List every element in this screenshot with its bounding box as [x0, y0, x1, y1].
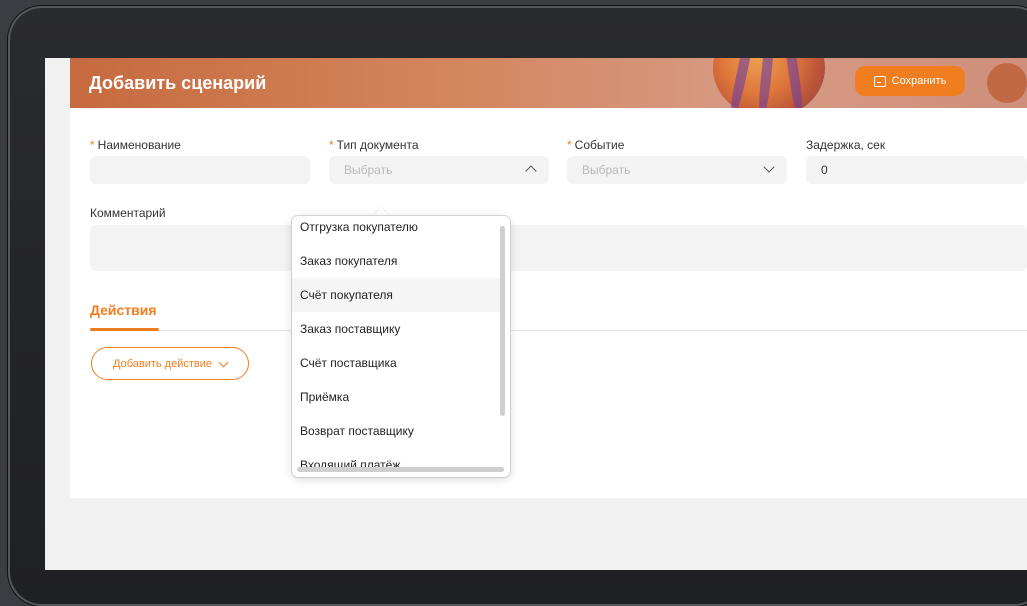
tabs-divider: [90, 330, 1027, 331]
event-placeholder: Выбрать: [582, 163, 631, 177]
delay-label: Задержка, сек: [806, 138, 886, 152]
app-screen: Добавить сценарий Сохранить * Наименовани…: [45, 58, 1027, 570]
save-button-label: Сохранить: [891, 75, 947, 87]
comment-textarea[interactable]: [90, 225, 1027, 271]
event-select[interactable]: Выбрать: [567, 156, 787, 184]
form-card: [70, 58, 1027, 498]
comment-label: Комментарий: [90, 206, 166, 220]
name-input[interactable]: [90, 156, 310, 184]
chevron-up-icon: [525, 165, 537, 177]
save-button[interactable]: Сохранить: [855, 66, 965, 96]
delay-value: 0: [821, 163, 828, 177]
dropdown-list: Отгрузка покупателю Заказ покупателя Счёт …: [292, 216, 500, 477]
dropdown-option[interactable]: Заказ покупателя: [292, 244, 500, 278]
dropdown-option[interactable]: Счёт покупателя: [292, 278, 500, 312]
event-label: * Событие: [567, 138, 625, 152]
doc-type-label: * Тип документа: [329, 138, 419, 152]
name-label: * Наименование: [90, 138, 181, 152]
save-icon: [873, 75, 886, 87]
tab-active-indicator: [90, 328, 159, 331]
dropdown-option[interactable]: Отгрузка покупателю: [292, 216, 500, 244]
dropdown-option[interactable]: Счёт поставщика: [292, 346, 500, 380]
doc-type-dropdown: Отгрузка покупателю Заказ покупателя Счёт …: [292, 216, 510, 477]
doc-type-select[interactable]: Выбрать: [329, 156, 549, 184]
delay-input[interactable]: 0: [806, 156, 1027, 184]
dropdown-vertical-scrollbar[interactable]: [500, 226, 505, 416]
chevron-down-icon: [763, 161, 775, 173]
header-banner: Добавить сценарий Сохранить: [70, 58, 1027, 108]
tab-actions[interactable]: Действия: [90, 302, 157, 318]
dropdown-option[interactable]: Возврат поставщику: [292, 414, 500, 448]
dropdown-option[interactable]: Заказ поставщику: [292, 312, 500, 346]
doc-type-placeholder: Выбрать: [344, 163, 393, 177]
add-action-button[interactable]: Добавить действие: [91, 347, 249, 380]
dropdown-option[interactable]: Входящий платёж: [292, 448, 500, 477]
chevron-down-icon: [218, 357, 229, 367]
page-title: Добавить сценарий: [89, 73, 267, 93]
add-action-label: Добавить действие: [113, 357, 212, 370]
avatar[interactable]: [987, 63, 1027, 103]
dropdown-horizontal-scrollbar[interactable]: [297, 467, 504, 472]
dropdown-option[interactable]: Приёмка: [292, 380, 500, 414]
